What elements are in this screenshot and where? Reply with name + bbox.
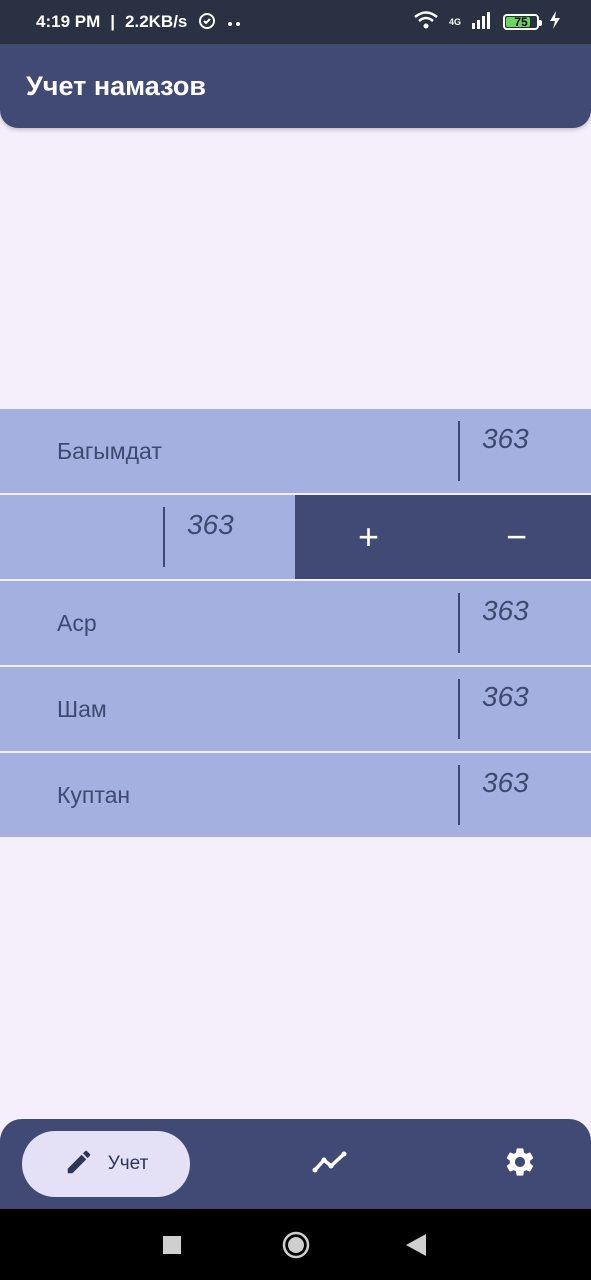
decrement-button[interactable]: − bbox=[443, 495, 590, 579]
more-notifications-icon bbox=[227, 12, 243, 32]
prayer-row-swiped[interactable]: 363 + − bbox=[0, 495, 591, 579]
prayer-label: Куптан bbox=[57, 781, 131, 808]
alarm-icon bbox=[197, 10, 217, 35]
back-button[interactable] bbox=[406, 1234, 426, 1261]
prayer-row-bagymdat[interactable]: Багымдат 363 bbox=[0, 409, 591, 493]
nav-tab-records[interactable]: Учет bbox=[22, 1131, 190, 1197]
status-time: 4:19 PM bbox=[36, 12, 101, 31]
battery-level: 75 bbox=[514, 15, 528, 29]
pencil-icon bbox=[64, 1147, 94, 1182]
charging-icon bbox=[549, 10, 561, 34]
row-divider bbox=[458, 593, 460, 653]
increment-button[interactable]: + bbox=[295, 495, 442, 579]
system-navigation-bar bbox=[0, 1209, 591, 1280]
home-button[interactable] bbox=[282, 1231, 310, 1264]
wifi-icon bbox=[413, 10, 439, 35]
network-type: 4G bbox=[448, 17, 461, 27]
prayer-count: 363 bbox=[187, 509, 234, 540]
nav-tab-statistics[interactable] bbox=[300, 1131, 360, 1197]
nav-tab-settings[interactable] bbox=[490, 1131, 550, 1197]
prayer-label: Багымдат bbox=[57, 437, 162, 464]
recent-apps-button[interactable] bbox=[163, 1236, 181, 1259]
row-divider bbox=[163, 507, 165, 567]
row-divider bbox=[458, 679, 460, 739]
prayer-count: 363 bbox=[482, 767, 529, 798]
prayer-row-sham[interactable]: Шам 363 bbox=[0, 667, 591, 751]
signal-icon bbox=[471, 11, 493, 34]
page-title: Учет намазов bbox=[26, 70, 206, 101]
status-speed: 2.2KB/s bbox=[125, 12, 188, 31]
gear-icon bbox=[503, 1145, 537, 1184]
status-bar: 4:19 PM | 2.2KB/s 4G 75 bbox=[0, 0, 591, 44]
prayer-label: Аср bbox=[57, 609, 97, 636]
prayer-row-asr[interactable]: Аср 363 bbox=[0, 581, 591, 665]
chart-line-icon bbox=[312, 1150, 348, 1179]
bottom-navigation: Учет bbox=[0, 1119, 591, 1209]
battery-icon: 75 bbox=[503, 14, 542, 30]
app-bar: Учет намазов bbox=[0, 44, 591, 128]
prayer-label: Шам bbox=[57, 695, 107, 722]
status-right: 4G 75 bbox=[413, 10, 561, 35]
prayer-count: 363 bbox=[482, 595, 529, 626]
prayer-row-kuptan[interactable]: Куптан 363 bbox=[0, 753, 591, 837]
row-divider bbox=[458, 765, 460, 825]
swiped-row-front[interactable]: 363 bbox=[0, 495, 295, 579]
status-left: 4:19 PM | 2.2KB/s bbox=[36, 10, 243, 35]
row-divider bbox=[458, 421, 460, 481]
status-separator: | bbox=[110, 12, 116, 31]
prayer-count: 363 bbox=[482, 681, 529, 712]
prayer-count: 363 bbox=[482, 423, 529, 454]
nav-tab-label: Учет bbox=[107, 1153, 149, 1174]
prayer-list: Багымдат 363 363 + − Аср 363 Шам 363 Куп… bbox=[0, 409, 591, 839]
